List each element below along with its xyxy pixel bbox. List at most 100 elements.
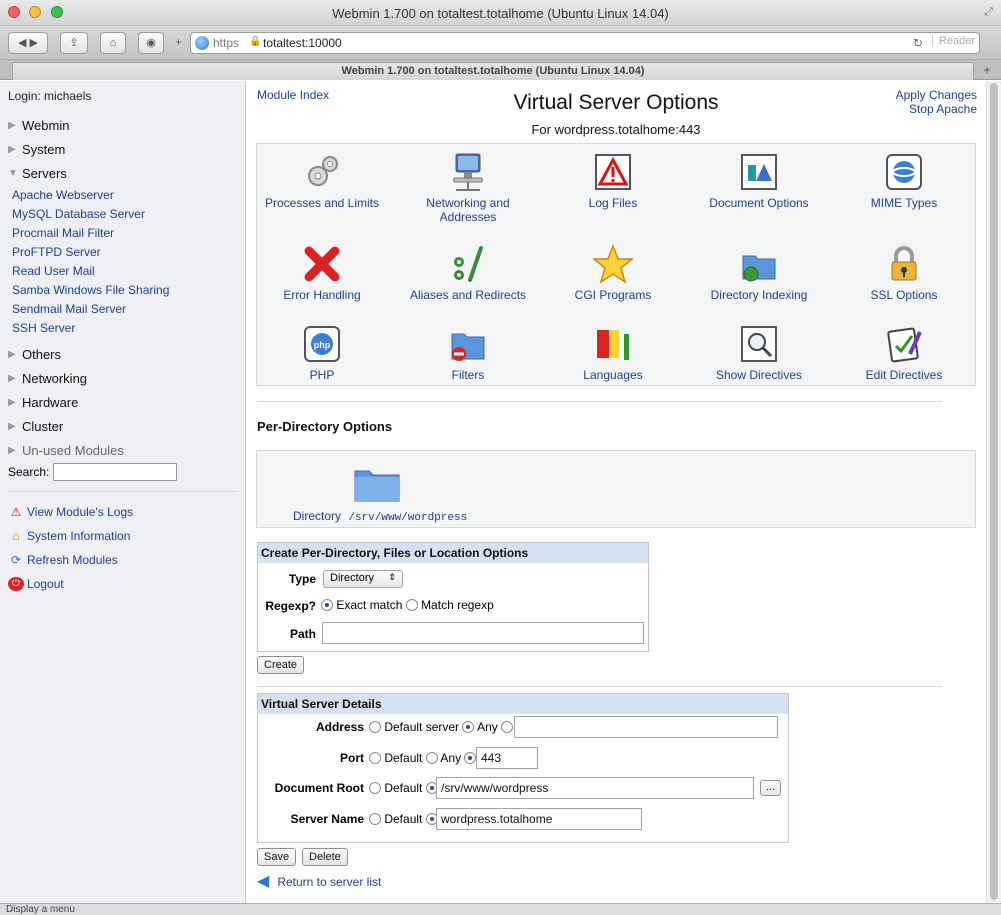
search-input[interactable] [53,463,178,481]
module-link[interactable]: Read User Mail [12,262,245,281]
exact-match-radio[interactable] [321,599,333,611]
port-custom-radio[interactable] [464,752,477,764]
new-tab-button[interactable]: + [979,62,995,78]
address-options: Default server Any [369,720,514,734]
home-icon[interactable]: ⌂ [100,32,126,54]
create-button[interactable]: Create [257,656,305,674]
category-networking[interactable]: ▶ Networking [8,366,245,390]
module-link[interactable]: Sendmail Mail Server [12,300,245,319]
server-name-label: Server Name [290,812,364,826]
scrollbar-thumb[interactable] [990,83,998,900]
divider [257,401,942,402]
category-system[interactable]: ▶ System [8,137,245,161]
icon-directory-indexing[interactable]: Directory Indexing [694,244,824,302]
type-label: Type [288,572,316,586]
browse-button[interactable]: ... [760,780,782,796]
reader-button[interactable]: Reader [931,35,975,47]
address-any-radio[interactable] [462,721,475,733]
triangle-right-icon: ▶ [8,396,16,408]
tab-webmin[interactable]: Webmin 1.700 on totaltest.totalhome (Ubu… [12,62,974,80]
icon-filters[interactable]: Filters [403,324,533,382]
category-webmin[interactable]: ▶ Webmin [8,113,245,137]
window-title: Webmin 1.700 on totaltest.totalhome (Ubu… [332,6,669,21]
icon-cgi-programs[interactable]: CGI Programs [548,243,678,302]
padlock-icon [884,244,924,284]
section-title: Per-Directory Options [257,419,393,434]
category-cluster[interactable]: ▶ Cluster [8,414,245,438]
vertical-scrollbar[interactable] [986,81,1001,903]
port-default-radio[interactable] [369,752,381,764]
back-arrow-icon: ◀ [257,873,270,890]
icon-php[interactable]: php PHP [257,324,387,382]
match-regexp-radio[interactable] [405,599,418,611]
network-computer-icon [448,152,488,192]
category-hardware[interactable]: ▶ Hardware [8,390,245,414]
address-custom-radio[interactable] [501,721,514,733]
reload-icon[interactable]: ↻ [913,36,923,50]
module-link[interactable]: Procmail Mail Filter [12,224,245,243]
svg-text:php: php [314,340,331,350]
folder-icon[interactable] [353,463,401,506]
alias-redirect-icon [448,244,488,284]
return-to-server-list-link[interactable]: ◀ Return to server list [257,873,381,890]
category-servers[interactable]: ▼ Servers [8,161,245,185]
path-input[interactable] [322,622,644,644]
module-link[interactable]: SSH Server [12,319,245,338]
icon-label: MIME Types [870,196,938,210]
delete-button[interactable]: Delete [302,848,348,866]
port-any-radio[interactable] [425,752,438,764]
system-information-link[interactable]: ⌂ System Information [8,524,245,548]
directory-link[interactable]: Directory /srv/www/wordpress [293,509,467,524]
form-heading: Create Per-Directory, Files or Location … [258,543,648,563]
icon-networking-addresses[interactable]: Networking and Addresses [403,152,533,224]
extension-icon[interactable]: ◉ [138,32,164,54]
folder-globe-icon [739,244,779,284]
document-root-input[interactable]: /srv/www/wordpress [436,777,754,799]
icon-document-options[interactable]: Document Options [694,152,824,210]
servername-options: Default [369,812,438,826]
category-others[interactable]: ▶ Others [8,342,245,366]
fullscreen-icon[interactable]: ⤢ [984,6,993,19]
address-default-radio[interactable] [369,721,381,733]
triangle-right-icon: ▶ [8,143,16,155]
add-bookmark-icon[interactable]: + [175,35,182,49]
icon-processes-limits[interactable]: Processes and Limits [257,152,387,210]
server-name-input[interactable]: wordpress.totalhome [436,808,642,830]
icon-log-files[interactable]: Log Files [548,152,678,210]
logout-link[interactable]: ⏻ Logout [8,572,245,596]
icon-error-handling[interactable]: Error Handling [257,244,387,302]
save-button[interactable]: Save [257,848,297,866]
module-link[interactable]: ProFTPD Server [12,243,245,262]
radio-label: Default server [384,720,460,734]
type-select-value: Directory [330,572,375,584]
category-unused-modules[interactable]: ▶ Un-used Modules [8,438,245,462]
icon-label: Edit Directives [865,368,943,382]
port-input[interactable]: 443 [476,747,538,769]
category-label: Servers [22,165,67,181]
icon-label: Languages [583,368,643,382]
share-icon[interactable]: ⇪ [60,32,88,54]
module-link[interactable]: Apache Webserver [12,186,245,205]
icon-show-directives[interactable]: Show Directives [694,324,824,382]
refresh-modules-link[interactable]: ⟳ Refresh Modules [8,548,245,572]
left-panel: Login: michaels ▶ Webmin ▶ System ▼ Servers… [0,81,246,903]
type-select[interactable]: Directory ⇕ [323,570,403,588]
icon-ssl-options[interactable]: SSL Options [839,244,969,302]
browser-toolbar: ◀ ▶ ⇪ ⌂ ◉ + https 🔒 totaltest:10000 ↻ Re… [0,26,1001,60]
form-heading: Virtual Server Details [258,694,788,714]
path-label: Path [289,627,316,641]
icon-languages[interactable]: Languages [548,324,678,382]
back-forward-buttons[interactable]: ◀ ▶ [8,32,48,54]
module-link[interactable]: Samba Windows File Sharing [12,281,245,300]
icon-mime-types[interactable]: MIME Types [839,152,969,210]
docroot-default-radio[interactable] [369,782,381,794]
address-bar[interactable]: + https 🔒 totaltest:10000 ↻ Reader [175,32,980,54]
address-input[interactable] [514,716,778,738]
icon-edit-directives[interactable]: Edit Directives [839,324,969,382]
window-titlebar: Webmin 1.700 on totaltest.totalhome (Ubu… [0,0,1001,26]
triangle-right-icon: ▶ [8,420,16,432]
servername-default-radio[interactable] [369,813,381,825]
view-logs-link[interactable]: ⚠ View Module's Logs [8,500,245,524]
icon-aliases-redirects[interactable]: Aliases and Redirects [403,244,533,302]
module-link[interactable]: MySQL Database Server [12,205,245,224]
